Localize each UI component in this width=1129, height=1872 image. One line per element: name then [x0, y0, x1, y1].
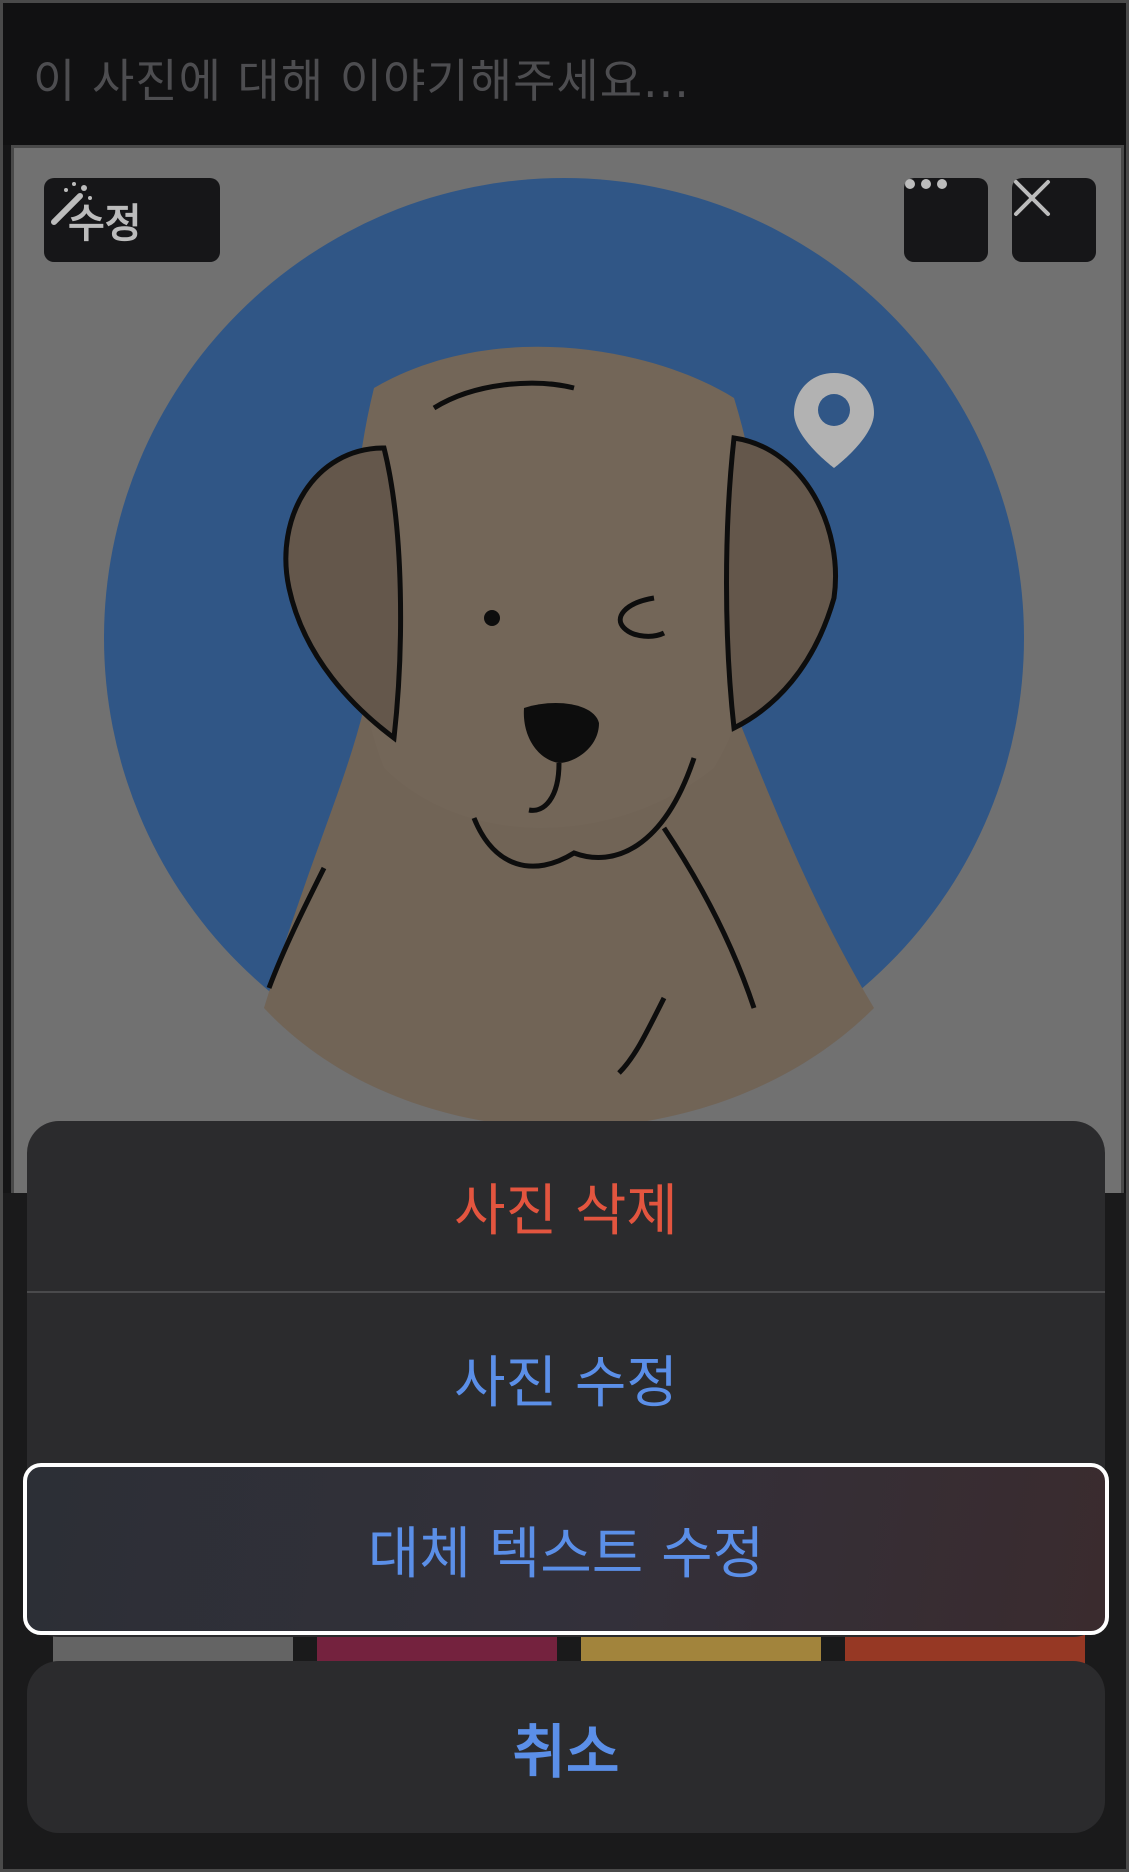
app-frame: 이 사진에 대해 이야기해주세요... 수정 사진 삭제 사진 수정 대체 텍스…: [0, 0, 1129, 1872]
action-sheet: 사진 삭제 사진 수정 대체 텍스트 수정: [23, 1121, 1109, 1637]
edit-alt-text-option[interactable]: 대체 텍스트 수정: [23, 1463, 1109, 1635]
cancel-button[interactable]: 취소: [27, 1661, 1105, 1833]
delete-photo-option[interactable]: 사진 삭제: [27, 1121, 1105, 1291]
edit-photo-option[interactable]: 사진 수정: [27, 1293, 1105, 1463]
